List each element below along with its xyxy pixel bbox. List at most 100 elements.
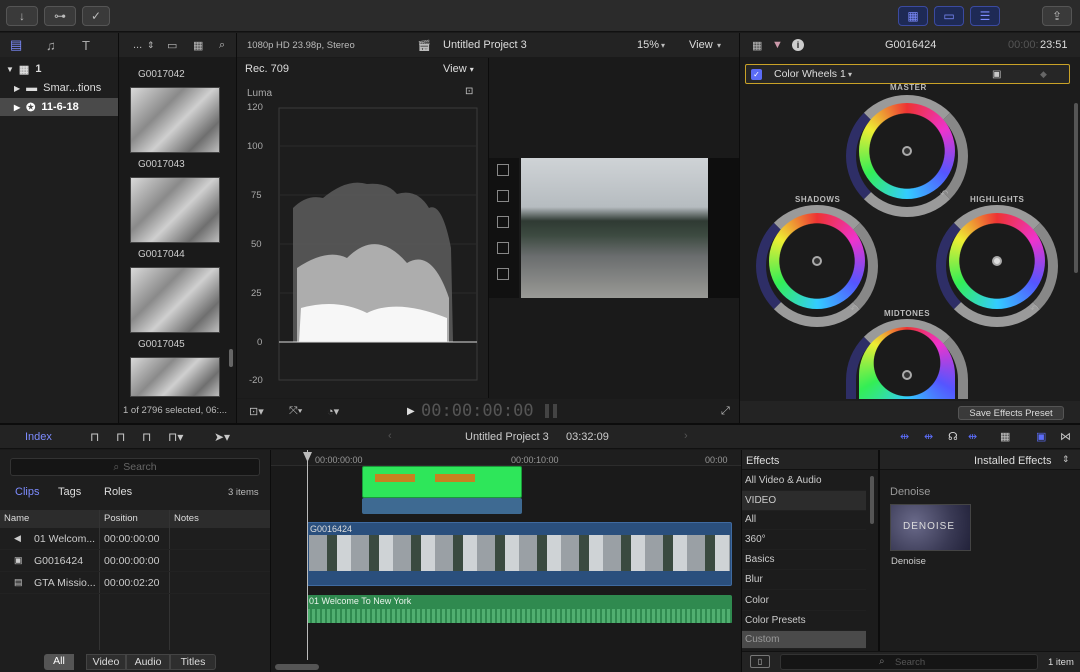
- inspector-scrollbar[interactable]: [1074, 103, 1078, 273]
- filter-video[interactable]: Video: [86, 654, 126, 670]
- analysis-button[interactable]: ✓: [82, 6, 110, 26]
- browser-filter-label[interactable]: ...: [133, 39, 142, 51]
- history-forward-icon[interactable]: ›: [684, 430, 688, 442]
- filter-audio[interactable]: Audio: [126, 654, 170, 670]
- select-tool-icon[interactable]: ➤▾: [214, 430, 230, 444]
- libraries-icon[interactable]: ▤: [10, 37, 22, 53]
- headphones-icon[interactable]: ☊: [948, 430, 958, 443]
- zoom-level[interactable]: 15%: [637, 39, 659, 51]
- effect-category-item[interactable]: 360°: [742, 530, 866, 550]
- browser-scrollbar[interactable]: [229, 349, 233, 367]
- transform-icon[interactable]: ⤧▾: [289, 405, 302, 418]
- table-row[interactable]: ▣ G0016424 00:00:00:00: [0, 550, 270, 572]
- fullscreen-icon[interactable]: ⤢: [721, 405, 730, 418]
- viewer-view-menu[interactable]: View: [689, 39, 713, 51]
- reset-icon[interactable]: ↶: [1030, 304, 1038, 315]
- search-icon[interactable]: ⌕: [219, 39, 225, 52]
- primary-video-clip[interactable]: G0016424: [307, 522, 732, 586]
- installed-effects-header[interactable]: Installed Effects ⇕: [880, 450, 1080, 470]
- effect-thumbnail[interactable]: DENOISE: [890, 504, 971, 551]
- share-button[interactable]: ⇪: [1042, 6, 1072, 26]
- clip-thumbnail[interactable]: [130, 177, 220, 243]
- wheel-puck[interactable]: [902, 146, 912, 156]
- reset-icon[interactable]: ↶: [850, 304, 858, 315]
- table-row[interactable]: ◀ 01 Welcom... 00:00:00:00: [0, 528, 270, 550]
- effect-category-item[interactable]: All Video & Audio: [742, 471, 866, 491]
- index-tab-tags[interactable]: Tags: [58, 486, 81, 498]
- color-inspector-icon[interactable]: ▼: [772, 39, 783, 51]
- index-search-field[interactable]: ⌕ Search: [10, 458, 260, 476]
- effect-name[interactable]: Color Wheels 1: [774, 68, 846, 80]
- import-button[interactable]: ↓: [6, 6, 38, 26]
- inspector-toggle-button[interactable]: ☰: [970, 6, 1000, 26]
- mask-icon[interactable]: ▣: [992, 69, 1001, 80]
- history-back-icon[interactable]: ‹: [388, 430, 392, 442]
- save-effects-preset-button[interactable]: Save Effects Preset: [958, 406, 1064, 420]
- play-icon[interactable]: ▶: [407, 406, 415, 417]
- library-item[interactable]: ▼ ▦ 1: [6, 61, 41, 77]
- crop-icon[interactable]: ⊡▾: [249, 405, 264, 418]
- sort-chevron-icon[interactable]: ⇕: [147, 40, 155, 51]
- effect-row[interactable]: ✓ Color Wheels 1 ▾ ▣ ◆: [745, 64, 1070, 84]
- video-frame[interactable]: [521, 158, 708, 298]
- wheel-puck[interactable]: [812, 256, 822, 266]
- skimming-icon[interactable]: ⇹: [900, 430, 909, 443]
- clip-appearance-icon[interactable]: ▦: [1000, 430, 1010, 443]
- photos-audio-icon[interactable]: ♫: [46, 38, 56, 53]
- playhead[interactable]: [307, 450, 308, 660]
- effects-search-field[interactable]: ⌕ Search: [780, 654, 1038, 670]
- wheel-puck[interactable]: [902, 369, 912, 380]
- scope-view-menu[interactable]: View ▾: [443, 63, 474, 75]
- timeline-scrollbar[interactable]: [275, 664, 319, 670]
- column-notes[interactable]: Notes: [174, 513, 199, 524]
- timeline-ruler[interactable]: 00:00:00:00 00:00:10:00 00:00: [271, 450, 741, 466]
- insert-clip-icon[interactable]: ⊓: [116, 430, 125, 444]
- effect-category-item[interactable]: All: [742, 510, 866, 530]
- column-position[interactable]: Position: [104, 513, 138, 524]
- transitions-browser-icon[interactable]: ⋈: [1060, 430, 1071, 443]
- table-row[interactable]: ▤ GTA Missio... 00:00:02:20: [0, 572, 270, 594]
- overwrite-clip-icon[interactable]: ⊓▾: [168, 430, 183, 444]
- info-inspector-icon[interactable]: i: [792, 39, 804, 51]
- keyframe-icon[interactable]: ◆: [1040, 69, 1047, 80]
- index-tab-roles[interactable]: Roles: [104, 486, 132, 498]
- filter-all[interactable]: All: [44, 654, 74, 670]
- effect-checkbox[interactable]: ✓: [751, 68, 762, 80]
- append-clip-icon[interactable]: ⊓: [142, 430, 151, 444]
- timeline-toggle-button[interactable]: ▭: [934, 6, 964, 26]
- effect-category-item[interactable]: Color: [742, 591, 866, 611]
- index-tab-clips[interactable]: Clips: [15, 486, 39, 498]
- snapping-icon[interactable]: ⇹: [968, 430, 977, 443]
- list-view-icon[interactable]: ▭: [167, 39, 177, 52]
- connect-clip-icon[interactable]: ⊓: [90, 430, 99, 444]
- reset-icon[interactable]: ↶: [940, 189, 948, 200]
- shadows-color-wheel[interactable]: [769, 213, 865, 309]
- wheel-puck[interactable]: [992, 256, 1002, 266]
- clip-thumbnail[interactable]: [130, 357, 220, 397]
- speed-icon[interactable]: ◔▾: [327, 405, 339, 418]
- title-audio-strip[interactable]: [362, 498, 522, 514]
- audio-skimming-icon[interactable]: ⇹: [924, 430, 933, 443]
- filmstrip-view-icon[interactable]: ▦: [193, 39, 203, 52]
- browser-toggle-button[interactable]: ▦: [898, 6, 928, 26]
- zoom-chevron-icon[interactable]: ▾: [661, 41, 665, 50]
- audio-clip[interactable]: 01 Welcome To New York: [307, 595, 732, 623]
- timeline-index-button[interactable]: Index: [25, 431, 52, 443]
- master-color-wheel[interactable]: [859, 103, 955, 199]
- clip-thumbnail[interactable]: [130, 267, 220, 333]
- sidebar-toggle-icon[interactable]: ▯: [750, 655, 770, 668]
- filter-titles[interactable]: Titles: [170, 654, 216, 670]
- effects-browser-icon[interactable]: ▣: [1036, 430, 1046, 443]
- column-name[interactable]: Name: [4, 513, 29, 524]
- effect-category-item[interactable]: Basics: [742, 550, 866, 570]
- effect-category-item-selected[interactable]: Custom: [742, 631, 866, 649]
- clip-thumbnail[interactable]: [130, 87, 220, 153]
- effect-category-item[interactable]: Color Presets: [742, 611, 866, 631]
- title-clip[interactable]: [362, 466, 522, 498]
- highlights-color-wheel[interactable]: [949, 213, 1045, 309]
- smart-collections-item[interactable]: ▶ ▬ Smar...tions: [14, 80, 101, 96]
- event-item-selected[interactable]: ▶ ✪ 11-6-18: [0, 98, 118, 116]
- effects-scrollbar[interactable]: [870, 476, 874, 524]
- effect-category-item[interactable]: Blur: [742, 570, 866, 590]
- titles-generators-icon[interactable]: T: [82, 38, 90, 53]
